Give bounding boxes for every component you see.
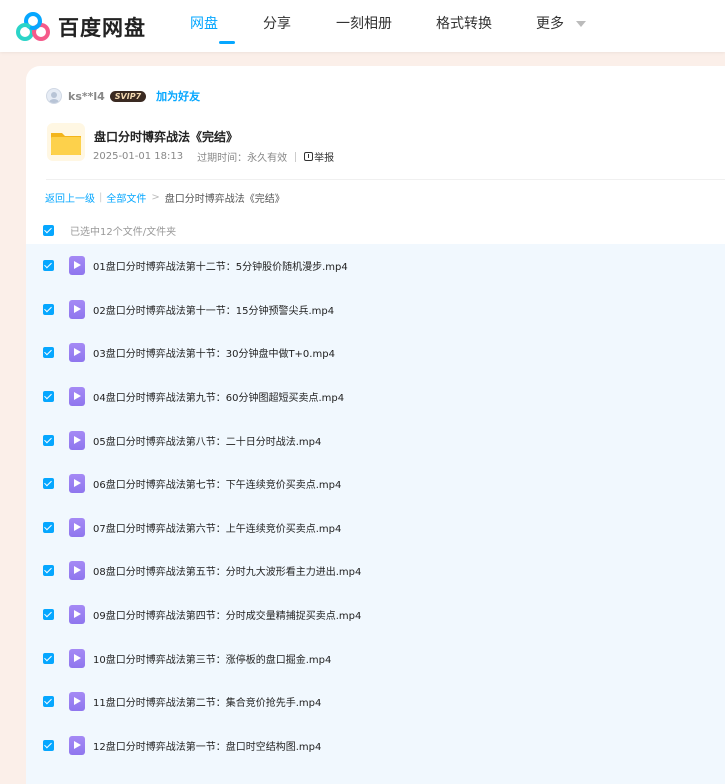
- share-date: 2025-01-01 18:13: [93, 151, 184, 162]
- nav-tab-label: 分享: [263, 16, 291, 32]
- list-item[interactable]: 11盘口分时博弈战法第二节：集合竞价抢先手.mp4: [26, 680, 725, 724]
- file-checkbox[interactable]: [43, 652, 54, 664]
- video-file-icon: [69, 517, 85, 537]
- video-file-icon: [69, 387, 85, 407]
- report-label: 举报: [314, 153, 335, 164]
- file-name[interactable]: 02盘口分时博弈战法第十一节：15分钟预警尖兵.mp4: [93, 302, 334, 317]
- file-name[interactable]: 04盘口分时博弈战法第九节：60分钟图超短买卖点.mp4: [93, 389, 344, 404]
- nav-tab-label: 一刻相册: [336, 16, 392, 32]
- video-file-icon: [69, 561, 85, 581]
- header-divider: [46, 179, 725, 180]
- video-file-icon: [69, 256, 85, 276]
- breadcrumb-back-link[interactable]: 返回上一级: [45, 190, 95, 205]
- main-nav: 网盘 分享 一刻相册 格式转换 更多: [190, 0, 616, 52]
- list-item[interactable]: 06盘口分时博弈战法第七节：下午连续竞价买卖点.mp4: [26, 462, 725, 506]
- report-button[interactable]: 举报: [304, 149, 334, 164]
- file-checkbox[interactable]: [43, 478, 54, 490]
- file-checkbox[interactable]: [43, 260, 54, 272]
- breadcrumb: 返回上一级 | 全部文件 > 盘口分时博弈战法《完结》: [45, 190, 285, 205]
- share-expire: 过期时间：永久有效: [197, 153, 288, 164]
- svip-badge: SVIP7: [109, 90, 147, 102]
- file-list: 01盘口分时博弈战法第十二节：5分钟股价随机漫步.mp4 02盘口分时博弈战法第…: [26, 244, 725, 784]
- nav-tab-share[interactable]: 分享: [263, 0, 336, 52]
- list-item[interactable]: 12盘口分时博弈战法第一节：盘口时空结构图.mp4: [26, 724, 725, 768]
- video-file-icon: [69, 474, 85, 494]
- nav-tab-label: 更多: [536, 16, 564, 32]
- nav-tab-moment-album[interactable]: 一刻相册: [336, 0, 436, 52]
- netdisk-logo-icon: [16, 12, 50, 41]
- add-friend-link[interactable]: 加为好友: [156, 88, 200, 104]
- brand-name: 百度网盘: [58, 16, 146, 40]
- report-icon: [304, 152, 314, 161]
- folder-icon: [47, 123, 85, 161]
- file-checkbox[interactable]: [43, 739, 54, 751]
- file-name[interactable]: 08盘口分时博弈战法第五节：分时九大波形看主力进出.mp4: [93, 563, 361, 578]
- nav-tab-more[interactable]: 更多: [536, 0, 616, 52]
- share-content-card: ks**l4 SVIP7 加为好友 盘口分时博弈战法《完结》 2025-01-0…: [26, 66, 725, 784]
- list-item[interactable]: 05盘口分时博弈战法第八节：二十日分时战法.mp4: [26, 418, 725, 462]
- file-name[interactable]: 11盘口分时博弈战法第二节：集合竞价抢先手.mp4: [93, 694, 321, 709]
- file-name[interactable]: 10盘口分时博弈战法第三节：涨停板的盘口掘金.mp4: [93, 651, 331, 666]
- file-checkbox[interactable]: [43, 347, 54, 359]
- list-item[interactable]: 03盘口分时博弈战法第十节：30分钟盘中做T+0.mp4: [26, 331, 725, 375]
- file-name[interactable]: 09盘口分时博弈战法第四节：分时成交量精捕捉买卖点.mp4: [93, 607, 361, 622]
- video-file-icon: [69, 430, 85, 450]
- file-name[interactable]: 03盘口分时博弈战法第十节：30分钟盘中做T+0.mp4: [93, 345, 335, 360]
- file-name[interactable]: 05盘口分时博弈战法第八节：二十日分时战法.mp4: [93, 433, 321, 448]
- file-checkbox[interactable]: [43, 696, 54, 708]
- file-name[interactable]: 07盘口分时博弈战法第六节：上午连续竞价买卖点.mp4: [93, 520, 341, 535]
- file-checkbox[interactable]: [43, 434, 54, 446]
- nav-tab-label: 网盘: [190, 16, 218, 32]
- list-item[interactable]: 04盘口分时博弈战法第九节：60分钟图超短买卖点.mp4: [26, 375, 725, 419]
- video-file-icon: [69, 692, 85, 712]
- nav-tab-format-convert[interactable]: 格式转换: [436, 0, 536, 52]
- baidu-netdisk-logo[interactable]: 百度网盘: [16, 10, 146, 44]
- sharer-info: ks**l4 SVIP7 加为好友: [46, 86, 200, 106]
- file-name[interactable]: 12盘口分时博弈战法第一节：盘口时空结构图.mp4: [93, 738, 321, 753]
- list-item[interactable]: 10盘口分时博弈战法第三节：涨停板的盘口掘金.mp4: [26, 636, 725, 680]
- video-file-icon: [69, 343, 85, 363]
- breadcrumb-separator: |: [99, 192, 103, 203]
- select-all-checkbox[interactable]: [43, 224, 54, 236]
- list-item[interactable]: 01盘口分时博弈战法第十二节：5分钟股价随机漫步.mp4: [26, 244, 725, 288]
- file-name[interactable]: 01盘口分时博弈战法第十二节：5分钟股价随机漫步.mp4: [93, 258, 348, 273]
- file-checkbox[interactable]: [43, 391, 54, 403]
- avatar[interactable]: [46, 88, 62, 104]
- list-item[interactable]: 02盘口分时博弈战法第十一节：15分钟预警尖兵.mp4: [26, 288, 725, 332]
- nav-tab-label: 格式转换: [436, 16, 492, 32]
- active-tab-indicator: [218, 41, 235, 44]
- select-all-bar: 已选中12个文件/文件夹: [43, 222, 176, 238]
- breadcrumb-current: 盘口分时博弈战法《完结》: [164, 194, 285, 205]
- file-checkbox[interactable]: [43, 303, 54, 315]
- nav-tab-netdisk[interactable]: 网盘: [190, 0, 263, 52]
- breadcrumb-all-files-link[interactable]: 全部文件: [106, 190, 146, 205]
- file-checkbox[interactable]: [43, 565, 54, 577]
- list-item[interactable]: 08盘口分时博弈战法第五节：分时九大波形看主力进出.mp4: [26, 549, 725, 593]
- sharer-name[interactable]: ks**l4: [68, 90, 105, 103]
- video-file-icon: [69, 648, 85, 668]
- breadcrumb-arrow: >: [151, 192, 160, 203]
- list-item[interactable]: 09盘口分时博弈战法第四节：分时成交量精捕捉买卖点.mp4: [26, 593, 725, 637]
- video-file-icon: [69, 605, 85, 625]
- top-navigation-bar: 百度网盘 网盘 分享 一刻相册 格式转换 更多: [0, 0, 725, 52]
- share-meta: 2025-01-01 18:13 过期时间：永久有效 举报: [93, 149, 334, 164]
- video-file-icon: [69, 735, 85, 755]
- share-title: 盘口分时博弈战法《完结》: [94, 130, 239, 144]
- file-name[interactable]: 06盘口分时博弈战法第七节：下午连续竞价买卖点.mp4: [93, 476, 341, 491]
- meta-divider: [295, 151, 297, 162]
- selection-count: 已选中12个文件/文件夹: [70, 226, 177, 238]
- chevron-down-icon: [576, 21, 587, 27]
- video-file-icon: [69, 299, 85, 319]
- file-checkbox[interactable]: [43, 609, 54, 621]
- list-item[interactable]: 07盘口分时博弈战法第六节：上午连续竞价买卖点.mp4: [26, 506, 725, 550]
- file-checkbox[interactable]: [43, 521, 54, 533]
